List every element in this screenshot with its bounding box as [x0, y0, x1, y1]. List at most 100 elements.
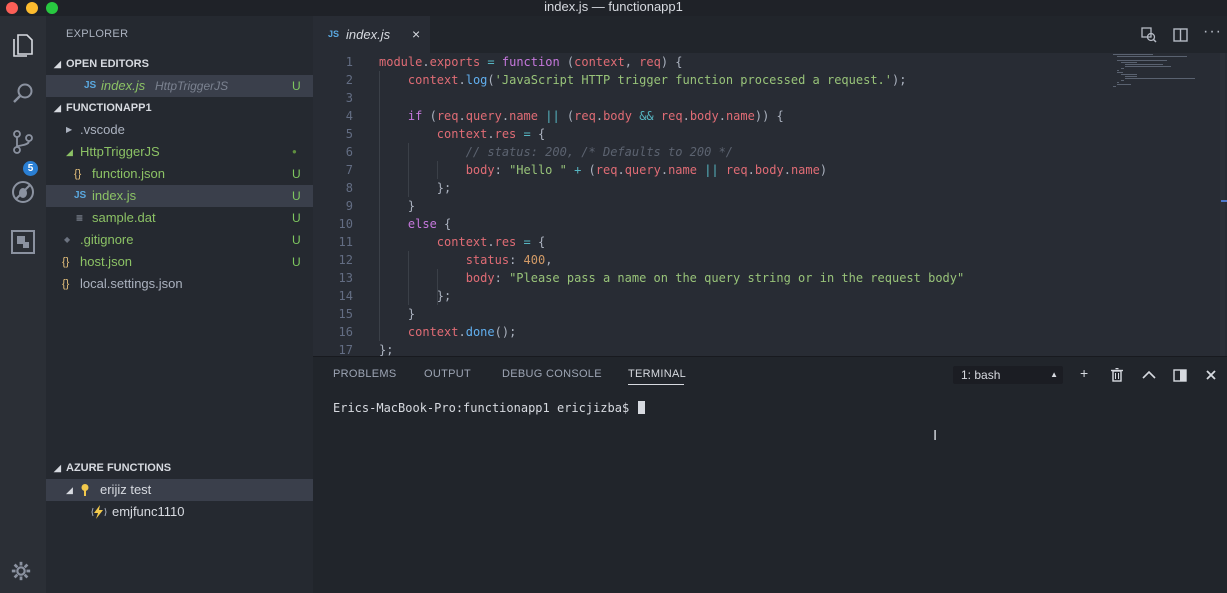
code-line: }: [379, 307, 416, 321]
extensions-icon[interactable]: [9, 228, 37, 256]
trash-icon[interactable]: [1111, 368, 1123, 382]
chevron-down-icon: ◢: [66, 485, 73, 495]
code-line: body: "Please pass a name on the query s…: [465, 271, 965, 285]
tree-item-local-settings-json[interactable]: {} local.settings.json: [46, 273, 313, 295]
search-icon[interactable]: [9, 80, 37, 108]
modified-dot: ●: [292, 147, 297, 156]
editor-tab-index-js[interactable]: JS index.js ×: [313, 16, 430, 53]
toggle-panel-position-icon[interactable]: [1173, 369, 1187, 382]
open-changes-icon[interactable]: [1141, 27, 1157, 43]
tree-item-gitignore[interactable]: ◆ .gitignore U: [46, 229, 313, 251]
tree-item-vscode[interactable]: ▶ .vscode: [46, 119, 313, 141]
chevron-down-icon: ◢: [54, 463, 61, 473]
select-arrows-icon: ▲: [1050, 370, 1058, 379]
tab-terminal[interactable]: TERMINAL: [628, 368, 686, 380]
line-number: 6: [345, 145, 353, 159]
text-cursor-icon: I: [933, 427, 938, 444]
line-number: 12: [338, 253, 353, 267]
chevron-down-icon: ◢: [54, 59, 61, 69]
tab-output[interactable]: OUTPUT: [424, 368, 471, 380]
terminal-prompt[interactable]: Erics-MacBook-Pro:functionapp1 ericjizba…: [333, 401, 646, 415]
line-number: 16: [338, 325, 353, 339]
code-line: };: [379, 289, 452, 303]
line-number: 1: [345, 55, 353, 69]
azure-subscription-item[interactable]: ◢ erijiz test: [46, 479, 313, 501]
line-number: 4: [345, 109, 353, 123]
code-line: }: [379, 199, 416, 213]
code-line: };: [379, 343, 394, 356]
git-status: U: [292, 79, 301, 93]
editor-scrollbar[interactable]: [1217, 53, 1227, 356]
code-line: };: [379, 181, 452, 195]
git-file-icon: ◆: [64, 235, 71, 244]
open-editor-item[interactable]: JS index.js HttpTriggerJS U: [46, 75, 313, 97]
line-number: 17: [338, 343, 353, 356]
code-line: if (req.query.name || (req.body && req.b…: [407, 109, 784, 123]
chevron-right-icon: ▶: [66, 125, 73, 134]
split-editor-icon[interactable]: [1173, 28, 1188, 42]
line-number: 9: [345, 199, 353, 213]
activity-bar: 5: [0, 16, 46, 593]
line-number: 7: [345, 163, 353, 177]
tab-debug-console[interactable]: DEBUG CONSOLE: [502, 368, 602, 380]
key-icon: [81, 484, 89, 496]
source-control-icon[interactable]: [9, 128, 37, 156]
code-line: context.log('JavaScript HTTP trigger fun…: [407, 73, 907, 87]
close-panel-icon[interactable]: [1206, 370, 1216, 380]
line-number: 2: [345, 73, 353, 87]
line-number: 13: [338, 271, 353, 285]
tree-item-host-json[interactable]: {} host.json U: [46, 251, 313, 273]
editor-area: JS index.js × ··· 1 2 3 4 5 6 7 8 9 10 1…: [313, 16, 1227, 356]
chevron-down-icon: ◢: [66, 147, 73, 157]
code-line: status: 400,: [465, 253, 553, 267]
scm-badge: 5: [23, 161, 38, 176]
chevron-up-icon[interactable]: [1142, 370, 1156, 379]
project-header[interactable]: ◢ FUNCTIONAPP1: [46, 97, 313, 119]
bottom-panel: PROBLEMS OUTPUT DEBUG CONSOLE TERMINAL 1…: [313, 356, 1227, 593]
azure-function-app-item[interactable]: emjfunc1110: [46, 501, 313, 523]
js-file-icon: JS: [84, 80, 97, 91]
gear-icon[interactable]: [10, 560, 32, 582]
chevron-down-icon: ◢: [54, 103, 61, 113]
code-line: context.done();: [407, 325, 517, 339]
code-line: body: "Hello " + (req.query.name || req.…: [465, 163, 828, 177]
new-terminal-icon[interactable]: +: [1080, 365, 1088, 381]
code-line: else {: [407, 217, 452, 231]
line-number: 11: [338, 235, 353, 249]
code-line: context.res = {: [436, 235, 546, 249]
close-tab-icon[interactable]: ×: [412, 26, 420, 42]
line-number: 10: [338, 217, 353, 231]
line-number: 15: [338, 307, 353, 321]
code-line: module.exports = function (context, req)…: [379, 55, 683, 69]
tab-problems[interactable]: PROBLEMS: [333, 368, 397, 380]
code-line: context.res = {: [436, 127, 546, 141]
minimap[interactable]: [1113, 53, 1213, 93]
tree-item-function-json[interactable]: {} function.json U: [46, 163, 313, 185]
terminal-select[interactable]: 1: bash ▲: [953, 366, 1063, 384]
window-title: index.js — functionapp1: [544, 0, 683, 14]
json-file-icon: {}: [62, 256, 70, 268]
azure-functions-header[interactable]: ◢ AZURE FUNCTIONS: [46, 457, 313, 479]
more-actions-icon[interactable]: ···: [1203, 23, 1222, 41]
line-number: 3: [345, 91, 353, 105]
json-file-icon: {}: [62, 278, 70, 290]
explorer-icon[interactable]: [9, 30, 37, 58]
line-number: 14: [338, 289, 353, 303]
json-file-icon: {}: [74, 168, 82, 180]
tree-item-index-js[interactable]: JS index.js U: [46, 185, 313, 207]
sidebar-title: EXPLORER: [66, 28, 129, 40]
title-bar: index.js — functionapp1: [0, 0, 1227, 16]
tree-item-sample-dat[interactable]: ≡ sample.dat U: [46, 207, 313, 229]
active-tab-underline: [628, 384, 684, 385]
tree-item-httptriggerjs[interactable]: ◢ HttpTriggerJS ●: [46, 141, 313, 163]
open-editors-header[interactable]: ◢ OPEN EDITORS: [46, 53, 313, 75]
code-view[interactable]: 1 2 3 4 5 6 7 8 9 10 11 12 13 14 15 16 1…: [313, 53, 1113, 356]
debug-icon[interactable]: [9, 178, 37, 206]
code-line: // status: 200, /* Defaults to 200 */: [465, 145, 734, 159]
js-file-icon: JS: [74, 190, 87, 201]
js-file-icon: JS: [328, 29, 340, 39]
function-app-icon: [91, 505, 107, 519]
editor-tab-bar: JS index.js × ···: [313, 16, 1227, 53]
explorer-sidebar: EXPLORER ◢ OPEN EDITORS JS index.js Http…: [46, 16, 313, 593]
line-number: 8: [345, 181, 353, 195]
